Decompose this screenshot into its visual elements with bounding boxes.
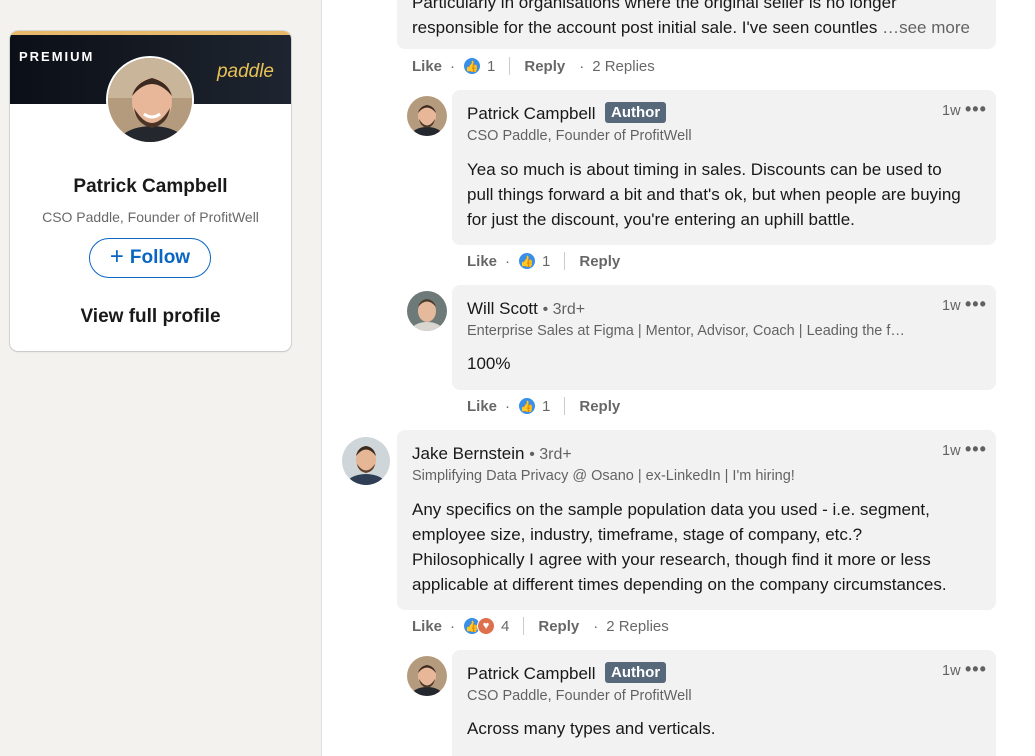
comment-actions: Like · 👍 1 Reply · 2 Replies	[412, 57, 655, 75]
view-replies-link[interactable]: 2 Replies	[606, 618, 669, 635]
comment-time: 1w	[942, 443, 961, 459]
commenter-headline: Simplifying Data Privacy @ Osano | ex-Li…	[412, 468, 795, 484]
commenter-name-text[interactable]: Jake Bernstein	[412, 444, 524, 463]
reaction-count[interactable]: 1	[487, 58, 495, 75]
like-reaction-icon: 👍	[463, 57, 482, 75]
comment-body: Any specifics on the sample population d…	[412, 500, 947, 594]
profile-name[interactable]: Patrick Campbell	[10, 176, 291, 198]
commenter-name[interactable]: Patrick Campbell	[467, 104, 596, 124]
comment-bubble: Will Scott • 3rd+ Enterprise Sales at Fi…	[452, 285, 996, 390]
reaction-count[interactable]: 1	[542, 253, 550, 270]
commenter-avatar[interactable]	[407, 96, 447, 136]
more-icon[interactable]: •••	[965, 100, 987, 118]
connection-degree: • 3rd+	[529, 446, 572, 463]
commenter-name-text[interactable]: Will Scott	[467, 299, 538, 318]
commenter-avatar[interactable]	[407, 656, 447, 696]
love-reaction-icon: ♥	[477, 617, 496, 635]
reply-button[interactable]: Reply	[538, 618, 579, 635]
comment-time: 1w	[942, 103, 961, 119]
comment-bubble: Particularly in organisations where the …	[397, 0, 996, 49]
reaction-count[interactable]: 4	[501, 618, 509, 635]
author-badge: Author	[605, 102, 667, 123]
follow-label: Follow	[129, 247, 191, 268]
commenter-avatar[interactable]	[342, 437, 390, 485]
like-button[interactable]: Like	[467, 253, 497, 270]
view-replies-link[interactable]: 2 Replies	[592, 58, 655, 75]
reactions-summary[interactable]: 👍 ♥	[463, 617, 496, 635]
follow-button[interactable]: + Follow	[89, 238, 211, 278]
commenter-avatar[interactable]	[407, 291, 447, 331]
reactions-summary[interactable]: 👍	[463, 57, 482, 75]
like-button[interactable]: Like	[467, 398, 497, 415]
comment-actions: Like · 👍 1 Reply	[467, 397, 621, 415]
more-icon[interactable]: •••	[965, 295, 987, 313]
reactions-summary[interactable]: 👍	[518, 252, 537, 270]
reply-button[interactable]: Reply	[579, 398, 620, 415]
profile-avatar[interactable]	[106, 56, 194, 144]
like-button[interactable]: Like	[412, 618, 442, 635]
comment-bubble: Patrick Campbell Author CSO Paddle, Foun…	[452, 90, 996, 245]
more-icon[interactable]: •••	[965, 440, 987, 458]
comment-time: 1w	[942, 298, 961, 314]
reactions-summary[interactable]: 👍	[518, 397, 537, 415]
comment-body: Across many types and verticals.	[467, 719, 716, 738]
like-button[interactable]: Like	[412, 58, 442, 75]
paddle-logo: paddle	[216, 61, 274, 82]
view-full-profile-link[interactable]: View full profile	[10, 306, 291, 328]
commenter-name[interactable]: Will Scott • 3rd+	[467, 299, 585, 319]
plus-icon: +	[109, 243, 124, 270]
comment-time: 1w	[942, 663, 961, 679]
author-badge: Author	[605, 662, 667, 683]
commenter-headline: CSO Paddle, Founder of ProfitWell	[467, 128, 692, 144]
comment-actions: Like · 👍 1 Reply	[467, 252, 621, 270]
like-reaction-icon: 👍	[518, 252, 537, 270]
connection-degree: • 3rd+	[542, 301, 586, 318]
reaction-count[interactable]: 1	[542, 398, 550, 415]
premium-label: PREMIUM	[19, 49, 95, 64]
more-icon[interactable]: •••	[965, 660, 987, 678]
like-reaction-icon: 👍	[518, 397, 537, 415]
comment-text: Particularly in organisations where the …	[412, 0, 897, 37]
reply-button[interactable]: Reply	[524, 58, 565, 75]
commenter-name[interactable]: Patrick Campbell	[467, 664, 596, 684]
commenter-headline: Enterprise Sales at Figma | Mentor, Advi…	[467, 323, 905, 339]
comment-body: Yea so much is about timing in sales. Di…	[467, 160, 961, 229]
comment-actions: Like · 👍 ♥ 4 Reply · 2 Replies	[412, 617, 669, 635]
profile-card: PREMIUM paddle Patrick Campbell CSO Padd…	[10, 31, 291, 351]
profile-headline: CSO Paddle, Founder of ProfitWell	[42, 209, 259, 225]
comment-body: 100%	[467, 354, 511, 373]
see-more-link[interactable]: …see more	[882, 18, 970, 37]
reply-button[interactable]: Reply	[579, 253, 620, 270]
commenter-name[interactable]: Jake Bernstein • 3rd+	[412, 444, 572, 464]
comment-body: Particularly in organisations where the …	[412, 0, 972, 40]
comment-bubble: Jake Bernstein • 3rd+ Simplifying Data P…	[397, 430, 996, 610]
comments-panel: Particularly in organisations where the …	[321, 0, 1035, 756]
comment-bubble: Patrick Campbell Author CSO Paddle, Foun…	[452, 650, 996, 756]
commenter-headline: CSO Paddle, Founder of ProfitWell	[467, 688, 692, 704]
